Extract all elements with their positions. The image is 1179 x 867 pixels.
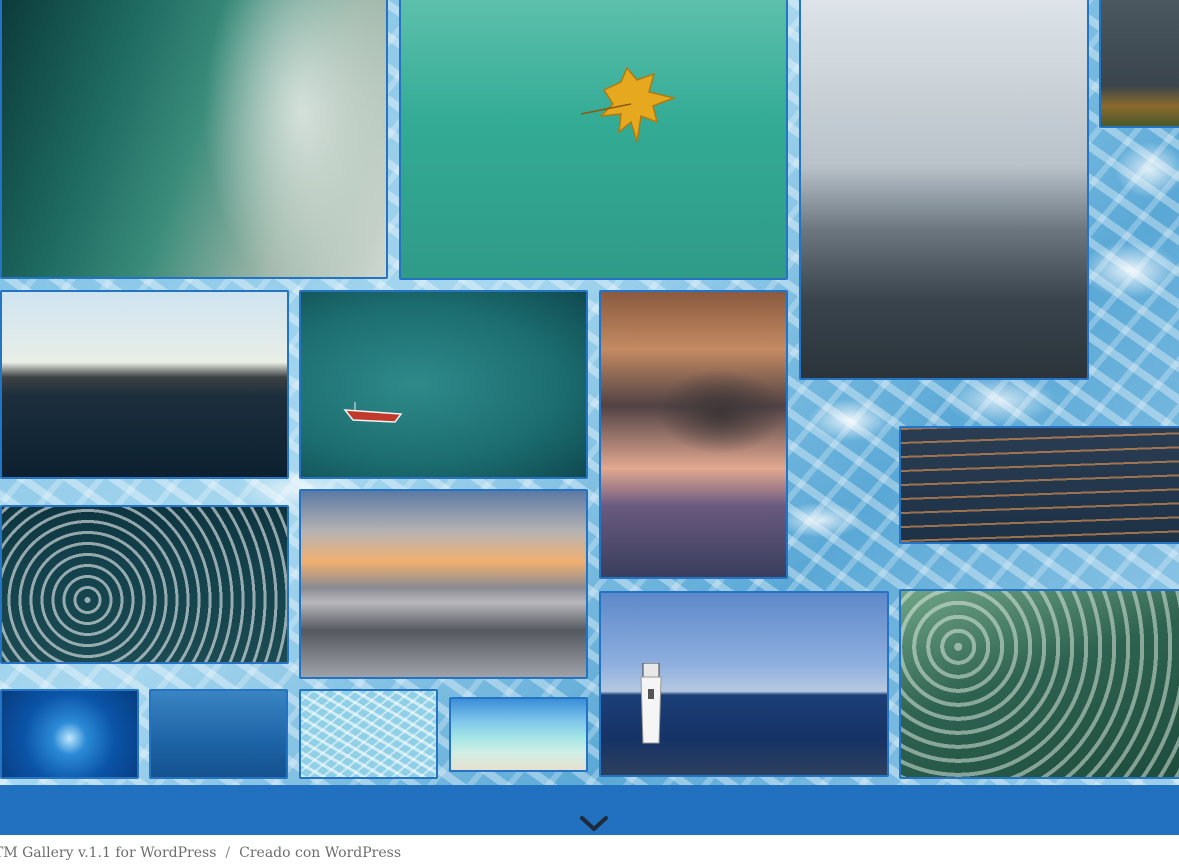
gallery-image-boat[interactable] [299,290,588,479]
gallery-image-corner[interactable] [1099,0,1179,128]
wordpress-credit-link[interactable]: Creado con WordPress [239,845,401,861]
lighthouse-icon [640,663,662,744]
gallery-image-clouds[interactable] [599,290,788,579]
gallery-image-pool[interactable] [299,689,438,779]
leaf-icon [580,66,677,143]
gallery-image-ripples[interactable] [899,426,1179,544]
gallery-image-wave[interactable] [0,0,388,279]
gallery-image-leaf[interactable] [399,0,788,280]
gallery-image-deep-blue[interactable] [149,689,288,779]
gallery-image-fog[interactable] [799,0,1089,380]
gallery-image-lighthouse[interactable] [599,591,889,777]
gallery-image-beach[interactable] [449,697,588,772]
gallery-image-lake[interactable] [0,290,289,479]
chevron-down-icon[interactable] [579,814,609,834]
gallery-image-jellyfish[interactable] [0,689,139,779]
footer-credits: TM Gallery v.1.1 for WordPress / Creado co… [0,843,401,863]
gallery-image-foam[interactable] [0,505,289,664]
gallery-grid [0,0,1179,785]
theme-credit-link[interactable]: TM Gallery v.1.1 for WordPress [0,845,216,861]
boat-icon [343,402,403,423]
credit-separator: / [225,845,231,861]
gallery-image-green-water[interactable] [899,589,1179,779]
gallery-image-sunset-blur[interactable] [299,489,588,679]
